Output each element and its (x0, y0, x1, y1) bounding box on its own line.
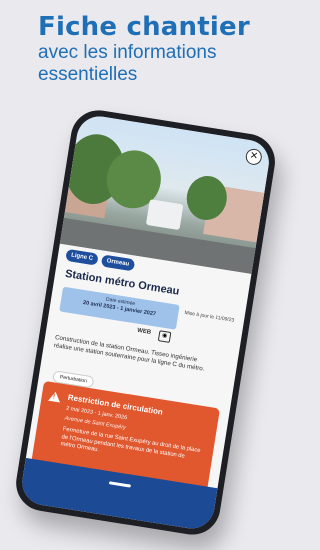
promo-subtitle-1: avec les informations (38, 42, 217, 63)
phone-frame: ✕ Ligne C Ormeau Station métro Ormeau Da… (12, 106, 279, 539)
update-date: Mise à jour le 11/09/23 (184, 309, 235, 324)
web-link[interactable]: WEB (137, 328, 152, 336)
alert-description: Fermeture de la rue Saint Exupéry au dro… (60, 426, 201, 460)
warning-icon: ! (48, 390, 62, 403)
promo-subtitle-2: essentielles (38, 64, 138, 85)
fountain (145, 199, 184, 231)
drag-handle[interactable] (108, 481, 131, 488)
phone-screen: ✕ Ligne C Ormeau Station métro Ormeau Da… (19, 113, 273, 532)
close-icon[interactable]: ✕ (244, 147, 263, 166)
phone-mockup: ✕ Ligne C Ormeau Station métro Ormeau Da… (0, 89, 320, 550)
promo-headline: Fiche chantier avec les informations ess… (38, 12, 278, 86)
camera-icon[interactable]: ◉ (157, 330, 172, 343)
card-description: Construction de la station Ormeau. Tisse… (53, 334, 205, 373)
promo-title: Fiche chantier (38, 12, 250, 42)
site-photo: ✕ (59, 113, 273, 274)
chip-station[interactable]: Ormeau (100, 254, 135, 272)
chip-line[interactable]: Ligne C (65, 248, 99, 266)
